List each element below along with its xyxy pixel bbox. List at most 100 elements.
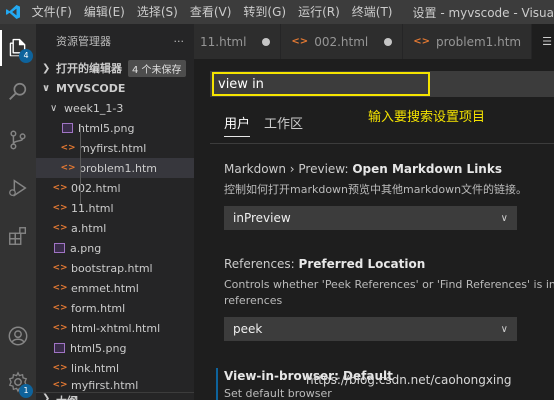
tree-item[interactable]: <> a.html [36, 218, 194, 238]
file-label: a.png [70, 241, 102, 255]
file-label: a.html [71, 221, 107, 235]
manage-gear-icon[interactable]: 1 [0, 364, 36, 400]
extensions-icon[interactable] [0, 218, 36, 254]
tab-label: 002.html [314, 34, 369, 49]
tree-item[interactable]: <> html-xhtml.html [36, 318, 194, 338]
source-control-icon[interactable] [0, 122, 36, 158]
setting-description-line: Controls whether 'Peek References' or 'F… [224, 278, 554, 291]
image-file-icon [54, 343, 65, 353]
setting-category: Markdown › Preview: [224, 162, 353, 176]
html-file-icon: <> [52, 223, 68, 233]
preferred-location-dropdown[interactable]: peek ∨ [224, 317, 517, 341]
settings-file-icon: ☰ [542, 35, 552, 48]
tree-item[interactable]: <> myfirst.html [36, 378, 194, 392]
tree-item-selected[interactable]: <> problem1.htm [36, 158, 194, 178]
folder-item[interactable]: ∨ week1_1-3 [36, 98, 194, 118]
setting-title: Markdown › Preview: Open Markdown Links [224, 162, 554, 176]
chevron-right-icon: ❯ [42, 393, 51, 400]
workspace-section[interactable]: ∨ MYVSCODE [36, 78, 194, 98]
tree-item[interactable]: html5.png [36, 118, 194, 138]
outline-section[interactable]: ❯ 大纲 [36, 392, 194, 400]
tree-item[interactable]: <> form.html [36, 298, 194, 318]
menu-edit[interactable]: 编辑(E) [78, 0, 131, 24]
run-debug-icon[interactable] [0, 170, 36, 206]
file-label: problem1.htm [79, 161, 158, 175]
search-icon[interactable] [0, 74, 36, 110]
chevron-right-icon: ❯ [42, 62, 51, 74]
tree-item[interactable]: a.png [36, 238, 194, 258]
menu-run[interactable]: 运行(R) [292, 0, 346, 24]
setting-description: Set default browser [224, 387, 332, 400]
open-links-dropdown[interactable]: inPreview ∨ [224, 206, 517, 230]
editor-tabs: 11.html <> 002.html <> problem1.htm ☰ 设 [194, 24, 554, 59]
dropdown-value: inPreview [233, 211, 291, 225]
menu-go[interactable]: 转到(G) [237, 0, 292, 24]
tree-item[interactable]: html5.png [36, 338, 194, 358]
tree-item[interactable]: <> link.html [36, 358, 194, 378]
workspace-label: MYVSCODE [56, 81, 126, 95]
chevron-down-icon: ∨ [42, 82, 51, 94]
html-file-icon: <> [60, 143, 76, 153]
unsaved-dot-icon[interactable] [262, 37, 271, 46]
tree-item[interactable]: <> bootstrap.html [36, 258, 194, 278]
setting-markdown-open-links: Markdown › Preview: Open Markdown Links … [224, 162, 554, 230]
dropdown-value: peek [233, 322, 263, 336]
html-file-icon: <> [52, 380, 68, 390]
menu-terminal[interactable]: 终端(T) [346, 0, 399, 24]
setting-references-location: References: Preferred Location Controls … [224, 257, 554, 341]
file-label: myfirst.html [79, 141, 147, 155]
explorer-sidebar: 资源管理器 ··· ❯ 打开的编辑器 4 个未保存 ∨ MYVSCODE ∨ w… [36, 24, 194, 400]
chevron-down-icon: ∨ [500, 323, 508, 335]
indent-guide [80, 124, 81, 204]
menu-selection[interactable]: 选择(S) [131, 0, 184, 24]
tab-settings[interactable]: ☰ 设 [532, 24, 554, 59]
html-file-icon: <> [60, 163, 76, 173]
tree-item[interactable]: <> emmet.html [36, 278, 194, 298]
settings-scope-tabs: 用户 工作区 [224, 113, 317, 137]
file-label: link.html [71, 361, 120, 375]
file-label: 11.html [71, 201, 114, 215]
file-label: html-xhtml.html [71, 321, 161, 335]
accounts-icon[interactable] [0, 318, 36, 354]
folder-label: week1_1-3 [64, 101, 124, 115]
window-title: 设置 - myvscode - Visua [412, 5, 554, 20]
settings-search-input[interactable] [212, 72, 430, 96]
setting-name: Open Markdown Links [352, 162, 502, 176]
tab-002-html[interactable]: <> 002.html [281, 24, 404, 59]
file-label: myfirst.html [71, 378, 139, 392]
unsaved-dot-icon[interactable] [384, 37, 393, 46]
tab-workspace[interactable]: 工作区 [264, 113, 303, 137]
html-file-icon: <> [52, 283, 68, 293]
tab-user[interactable]: 用户 [224, 113, 251, 137]
html-file-icon: <> [52, 183, 68, 193]
tab-11-html[interactable]: 11.html [194, 24, 282, 59]
file-label: 002.html [71, 181, 121, 195]
menu-file[interactable]: 文件(F) [26, 0, 78, 24]
explorer-badge: 4 [19, 49, 33, 63]
vscode-logo-icon [0, 0, 26, 24]
file-label: html5.png [70, 341, 127, 355]
accounts-badge: 1 [19, 384, 33, 398]
tree-item[interactable]: <> myfirst.html [36, 138, 194, 158]
file-label: emmet.html [71, 281, 139, 295]
tree-item[interactable]: <> 002.html [36, 178, 194, 198]
explorer-icon[interactable]: 4 [0, 30, 36, 66]
search-hint-annotation: 输入要搜索设置项目 [368, 110, 486, 125]
menu-bar: 文件(F) 编辑(E) 选择(S) 查看(V) 转到(G) 运行(R) 终端(T… [26, 0, 399, 24]
watermark: https://blog.csdn.net/caohongxing [306, 373, 512, 387]
title-bar: 文件(F) 编辑(E) 选择(S) 查看(V) 转到(G) 运行(R) 终端(T… [0, 0, 554, 24]
more-actions-icon[interactable]: ··· [174, 35, 185, 48]
divider [210, 143, 554, 144]
setting-title: References: Preferred Location [224, 257, 554, 271]
tab-label: 11.html [200, 34, 247, 49]
open-editors-section[interactable]: ❯ 打开的编辑器 4 个未保存 [36, 58, 194, 78]
tab-problem1[interactable]: <> problem1.htm [403, 24, 533, 59]
menu-view[interactable]: 查看(V) [184, 0, 238, 24]
chevron-down-icon: ∨ [50, 102, 58, 114]
setting-description: 控制如何打开markdown预览中其他markdown文件的链接。 [224, 183, 528, 196]
tree-item[interactable]: <> 11.html [36, 198, 194, 218]
html-file-icon: <> [52, 203, 68, 213]
image-file-icon [62, 123, 73, 133]
html-file-icon: <> [52, 323, 68, 333]
file-label: form.html [71, 301, 126, 315]
